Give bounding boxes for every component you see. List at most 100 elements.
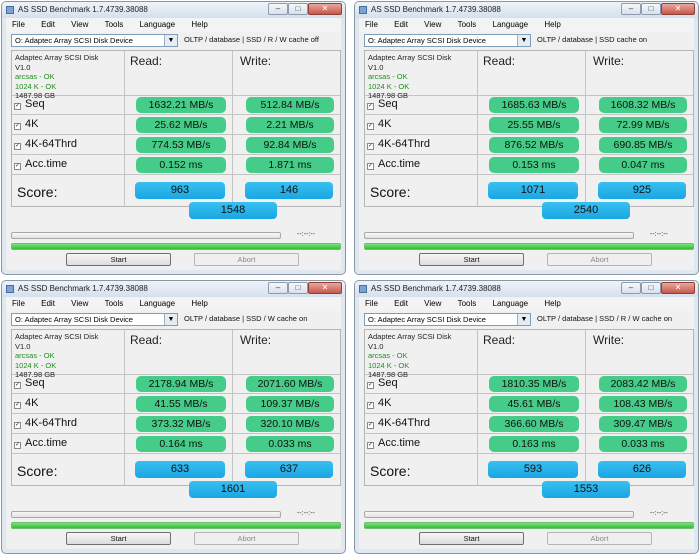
row-label[interactable]: ✓ Acc.time [14,434,67,452]
score-read: 963 [135,182,225,199]
checkbox-checked-icon[interactable]: ✓ [367,402,374,409]
checkbox-checked-icon[interactable]: ✓ [367,382,374,389]
menu-edit[interactable]: Edit [41,20,55,29]
score-write: 626 [598,461,686,478]
checkbox-checked-icon[interactable]: ✓ [14,422,21,429]
row-label[interactable]: ✓ Seq [14,374,45,392]
start-button[interactable]: Start [419,253,524,266]
abort-button: Abort [547,253,652,266]
checkbox-checked-icon[interactable]: ✓ [367,422,374,429]
checkbox-checked-icon[interactable]: ✓ [14,123,21,130]
checkbox-checked-icon[interactable]: ✓ [367,143,374,150]
progress-bar [364,232,634,239]
menu-tools[interactable]: Tools [458,299,477,308]
minimize-button[interactable]: – [621,282,641,294]
row-label[interactable]: ✓ 4K-64Thrd [14,414,77,432]
menu-edit[interactable]: Edit [41,299,55,308]
checkbox-checked-icon[interactable]: ✓ [367,103,374,110]
row-label[interactable]: ✓ Seq [367,95,398,113]
drive-select[interactable]: O: Adaptec Array SCSI Disk Device ▼ [11,313,178,326]
checkbox-checked-icon[interactable]: ✓ [14,103,21,110]
menu-help[interactable]: Help [191,299,207,308]
minimize-button[interactable]: – [621,3,641,15]
row-label[interactable]: ✓ Acc.time [367,155,420,173]
score-label: Score: [370,184,411,200]
menu-tools[interactable]: Tools [105,299,124,308]
client-area: O: Adaptec Array SCSI Disk Device ▼ OLTP… [359,311,694,549]
row-label[interactable]: ✓ 4K-64Thrd [367,414,430,432]
menu-view[interactable]: View [424,20,441,29]
chevron-down-icon[interactable]: ▼ [164,314,177,325]
read-header: Read: [483,333,516,347]
minimize-button[interactable]: – [268,3,288,15]
chevron-down-icon[interactable]: ▼ [517,314,530,325]
menu-edit[interactable]: Edit [394,20,408,29]
title-bar[interactable]: AS SSD Benchmark 1.7.4739.38088 – □ ✕ [2,2,345,18]
row-label[interactable]: ✓ Acc.time [14,155,67,173]
title-bar[interactable]: AS SSD Benchmark 1.7.4739.38088 – □ ✕ [355,281,698,297]
menu-tools[interactable]: Tools [458,20,477,29]
row-label[interactable]: ✓ Seq [14,95,45,113]
chevron-down-icon[interactable]: ▼ [517,35,530,46]
maximize-button[interactable]: □ [288,282,308,294]
title-bar[interactable]: AS SSD Benchmark 1.7.4739.38088 – □ ✕ [2,281,345,297]
row-label[interactable]: ✓ Acc.time [367,434,420,452]
read-value: 0.152 ms [136,157,226,173]
maximize-button[interactable]: □ [641,3,661,15]
start-button[interactable]: Start [66,253,171,266]
checkbox-checked-icon[interactable]: ✓ [367,123,374,130]
maximize-button[interactable]: □ [641,282,661,294]
read-value: 41.55 MB/s [136,396,226,412]
menu-help[interactable]: Help [544,20,560,29]
menu-help[interactable]: Help [544,299,560,308]
checkbox-checked-icon[interactable]: ✓ [367,442,374,449]
menu-language[interactable]: Language [140,299,176,308]
drive-select[interactable]: O: Adaptec Array SCSI Disk Device ▼ [364,313,531,326]
checkbox-checked-icon[interactable]: ✓ [14,382,21,389]
checkbox-checked-icon[interactable]: ✓ [14,143,21,150]
row-label[interactable]: ✓ 4K-64Thrd [367,135,430,153]
drive-name: Adaptec Array SCSI Disk [368,332,452,341]
checkbox-checked-icon[interactable]: ✓ [14,163,21,170]
row-label[interactable]: ✓ 4K [14,394,38,412]
menu-tools[interactable]: Tools [105,20,124,29]
menu-view[interactable]: View [71,299,88,308]
start-button[interactable]: Start [419,532,524,545]
close-button[interactable]: ✕ [661,282,695,294]
title-bar[interactable]: AS SSD Benchmark 1.7.4739.38088 – □ ✕ [355,2,698,18]
checkbox-checked-icon[interactable]: ✓ [14,402,21,409]
chevron-down-icon[interactable]: ▼ [164,35,177,46]
close-button[interactable]: ✕ [308,282,342,294]
row-label[interactable]: ✓ 4K-64Thrd [14,135,77,153]
grid-divider [12,174,340,175]
menu-view[interactable]: View [71,20,88,29]
drive-select[interactable]: O: Adaptec Array SCSI Disk Device ▼ [364,34,531,47]
drive-select[interactable]: O: Adaptec Array SCSI Disk Device ▼ [11,34,178,47]
maximize-button[interactable]: □ [288,3,308,15]
abort-button: Abort [194,532,299,545]
menu-file[interactable]: File [12,299,25,308]
menu-language[interactable]: Language [493,299,529,308]
minimize-button[interactable]: – [268,282,288,294]
close-button[interactable]: ✕ [661,3,695,15]
menu-help[interactable]: Help [191,20,207,29]
checkbox-checked-icon[interactable]: ✓ [14,442,21,449]
menu-language[interactable]: Language [493,20,529,29]
checkbox-checked-icon[interactable]: ✓ [367,163,374,170]
row-label[interactable]: ✓ 4K [367,394,391,412]
menu-file[interactable]: File [365,20,378,29]
row-label[interactable]: ✓ 4K [367,115,391,133]
close-button[interactable]: ✕ [308,3,342,15]
menu-file[interactable]: File [365,299,378,308]
start-button[interactable]: Start [66,532,171,545]
menu-edit[interactable]: Edit [394,299,408,308]
menu-file[interactable]: File [12,20,25,29]
row-label[interactable]: ✓ 4K [14,115,38,133]
row-label[interactable]: ✓ Seq [367,374,398,392]
menu-language[interactable]: Language [140,20,176,29]
menu-view[interactable]: View [424,299,441,308]
write-value: 72.99 MB/s [599,117,687,133]
drive-version: V1.0 [15,341,31,351]
driver-status: arcsas - OK [15,72,55,81]
score-total: 1548 [189,202,277,219]
